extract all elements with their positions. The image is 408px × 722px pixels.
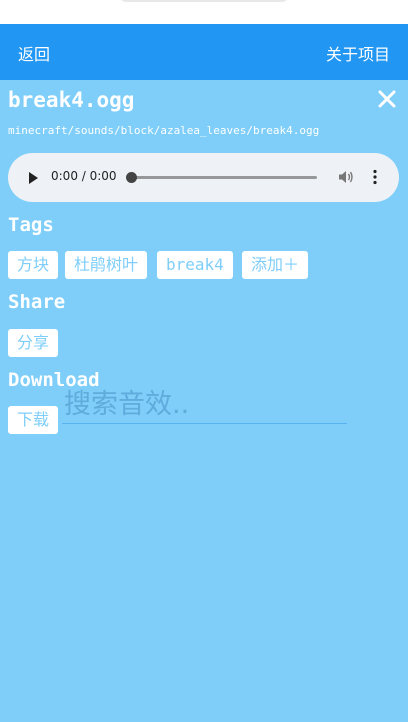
about-project-button[interactable]: 关于项目: [326, 41, 390, 65]
status-bar: [0, 0, 408, 24]
app-bar: 返回 关于项目: [0, 24, 408, 80]
detail-panel: break4.ogg minecraft/sounds/block/azalea…: [0, 80, 408, 722]
close-icon[interactable]: [376, 88, 398, 110]
file-path: minecraft/sounds/block/azalea_leaves/bre…: [8, 124, 320, 137]
volume-icon[interactable]: [338, 169, 354, 185]
play-icon[interactable]: [26, 170, 40, 184]
camera-notch: [120, 0, 288, 2]
search-input[interactable]: [62, 386, 347, 424]
download-button[interactable]: 下载: [8, 406, 59, 434]
file-title: break4.ogg: [8, 88, 135, 112]
more-vertical-icon[interactable]: [371, 169, 379, 185]
tag-chip[interactable]: 杜鹃树叶: [65, 251, 148, 279]
seek-thumb[interactable]: [126, 172, 137, 183]
playback-time: 0:00 / 0:00: [51, 169, 117, 183]
seek-bar[interactable]: [132, 176, 317, 179]
tag-chip[interactable]: break4: [157, 251, 233, 279]
add-tag-button[interactable]: 添加＋: [242, 251, 309, 279]
share-heading: Share: [8, 291, 66, 313]
audio-player: 0:00 / 0:00: [8, 153, 399, 202]
tag-chip[interactable]: 方块: [8, 251, 59, 279]
back-button[interactable]: 返回: [18, 41, 50, 65]
share-button[interactable]: 分享: [8, 329, 59, 357]
tags-heading: Tags: [8, 214, 54, 236]
